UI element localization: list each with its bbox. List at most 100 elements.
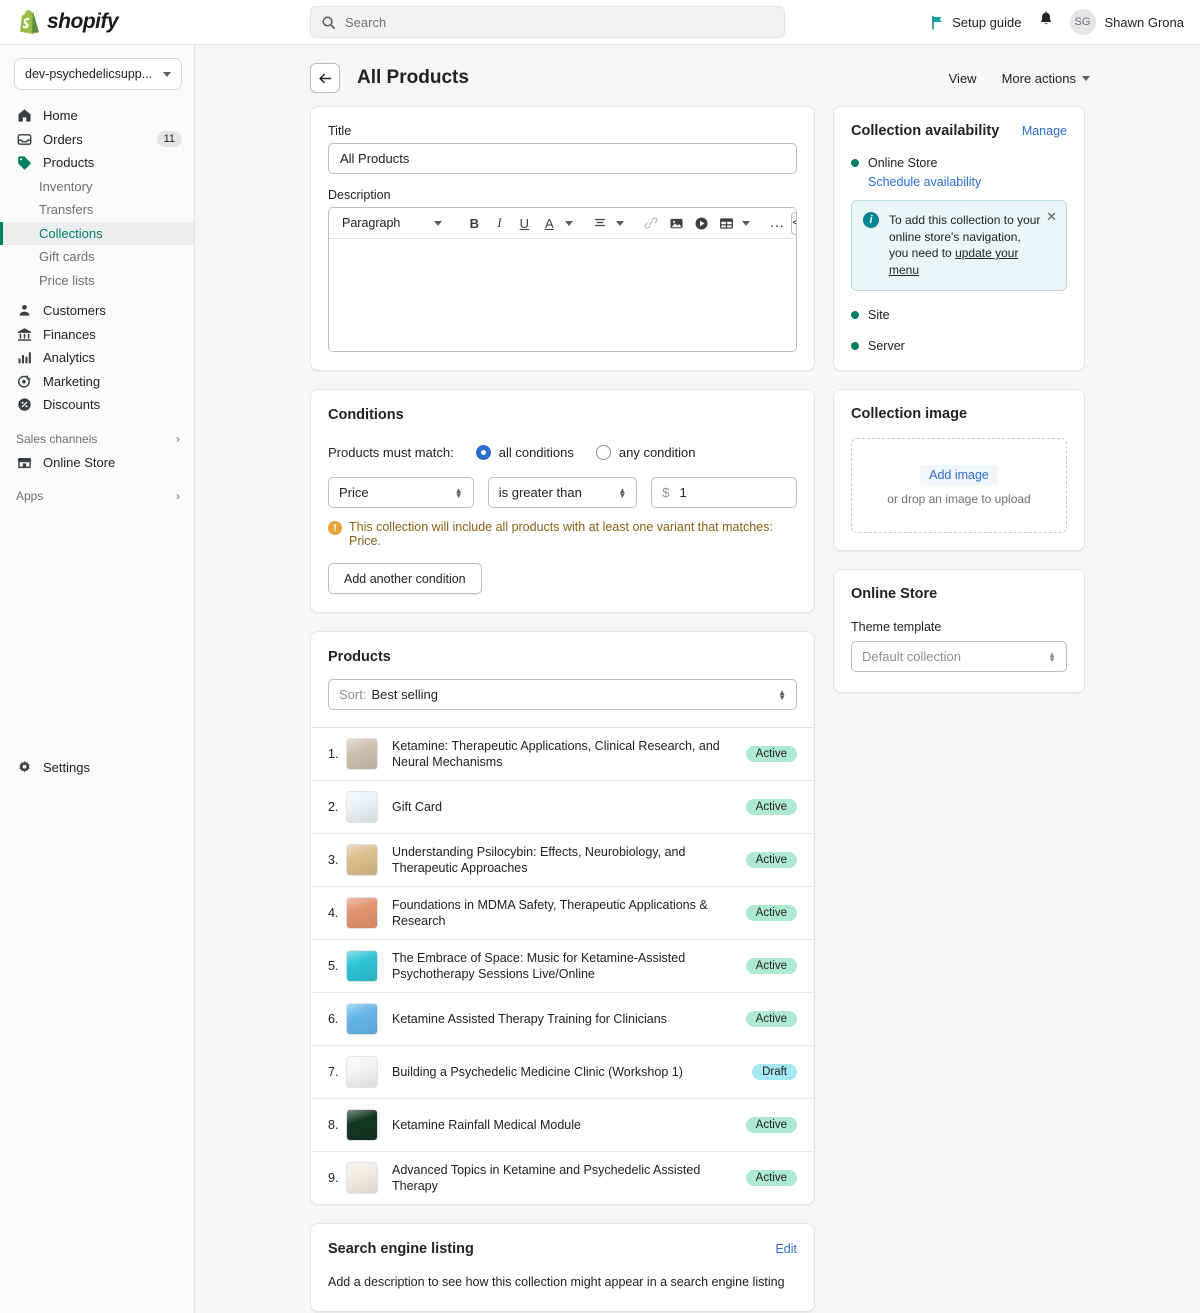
- chevron-down-icon-more: [1082, 75, 1090, 81]
- image-icon[interactable]: [665, 212, 687, 234]
- theme-template-select[interactable]: Default collection ▲ ▼: [851, 641, 1067, 672]
- sidebar-item-orders[interactable]: Orders 11: [0, 128, 194, 152]
- table-row[interactable]: 6. Ketamine Assisted Therapy Training for…: [311, 993, 814, 1046]
- link-icon[interactable]: [640, 212, 662, 234]
- schedule-availability-link[interactable]: Schedule availability: [868, 175, 1067, 189]
- status-badge: Active: [745, 746, 797, 762]
- condition-operator-select[interactable]: is greater than ▲ ▼: [487, 477, 638, 508]
- search-placeholder: Search: [345, 14, 387, 30]
- table-row[interactable]: 8. Ketamine Rainfall Medical Module Active: [311, 1099, 814, 1152]
- sidebar-group-apps[interactable]: Apps ›: [0, 484, 194, 508]
- products-tag-icon: [16, 154, 33, 171]
- stepper-icon-theme: ▲ ▼: [1048, 649, 1056, 664]
- search-input[interactable]: Search: [310, 6, 785, 38]
- italic-button[interactable]: I: [488, 212, 510, 234]
- condition-field-value: Price: [339, 485, 369, 500]
- back-button[interactable]: [310, 63, 340, 93]
- html-code-button[interactable]: </>: [791, 211, 796, 235]
- description-textarea[interactable]: [329, 239, 796, 351]
- products-heading: Products: [328, 649, 391, 665]
- sidebar-item-inventory[interactable]: Inventory: [0, 175, 194, 199]
- underline-button[interactable]: U: [513, 212, 535, 234]
- radio-all-conditions-label: all conditions: [498, 445, 574, 460]
- user-menu-button[interactable]: SG Shawn Grona: [1069, 9, 1184, 35]
- chevron-down-icon-align[interactable]: [616, 220, 625, 226]
- store-selector[interactable]: dev-psychedelicsupp...: [14, 58, 182, 90]
- product-index: 9.: [328, 1171, 339, 1185]
- table-row[interactable]: 2. Gift Card Active: [311, 781, 814, 834]
- radio-all-conditions-input[interactable]: [475, 445, 491, 460]
- chevron-down-icon-paragraph: [434, 220, 443, 226]
- sidebar-item-transfers[interactable]: Transfers: [0, 198, 194, 222]
- setup-guide-button[interactable]: Setup guide: [930, 15, 1022, 30]
- table-row[interactable]: 4. Foundations in MDMA Safety, Therapeuti…: [311, 887, 814, 940]
- manage-availability-button[interactable]: Manage: [1022, 124, 1067, 138]
- sidebar-subitem-giftcards-wrap: Gift cards: [0, 245, 194, 269]
- sidebar-item-online-store[interactable]: Online Store: [0, 451, 194, 475]
- notifications-button[interactable]: [1038, 11, 1054, 33]
- table-row[interactable]: 1. Ketamine: Therapeutic Applications, Cl…: [311, 728, 814, 781]
- products-list: 1. Ketamine: Therapeutic Applications, Cl…: [311, 727, 814, 1204]
- sidebar-item-label-products: Products: [43, 155, 95, 171]
- image-dropzone[interactable]: Add image or drop an image to upload: [851, 438, 1067, 533]
- sidebar-group-sales-channels[interactable]: Sales channels ›: [0, 427, 194, 451]
- content-columns: Title Description Paragraph B I U: [195, 93, 1200, 1313]
- info-icon: i: [863, 212, 879, 228]
- table-row[interactable]: 5. The Embrace of Space: Music for Ketami…: [311, 940, 814, 993]
- table-icon[interactable]: [715, 212, 737, 234]
- collection-details-card: Title Description Paragraph B I U: [310, 106, 815, 371]
- sidebar-item-products[interactable]: Products: [0, 151, 194, 175]
- view-button[interactable]: View: [949, 71, 977, 86]
- bold-button[interactable]: B: [463, 212, 485, 234]
- more-options-button[interactable]: …: [766, 212, 788, 234]
- seo-card: Search engine listing Edit Add a descrip…: [310, 1223, 815, 1312]
- condition-field-select[interactable]: Price ▲ ▼: [328, 477, 474, 508]
- chevron-down-icon-color[interactable]: [565, 220, 574, 226]
- video-icon[interactable]: [690, 212, 712, 234]
- table-row[interactable]: 7. Building a Psychedelic Medicine Clinic…: [311, 1046, 814, 1099]
- paragraph-style-select[interactable]: Paragraph: [337, 216, 447, 230]
- product-title: Ketamine Assisted Therapy Training for C…: [392, 1012, 667, 1026]
- radio-any-condition-input[interactable]: [595, 445, 611, 460]
- discounts-icon: [16, 396, 33, 413]
- product-thumbnail: [346, 1162, 378, 1194]
- condition-value-input[interactable]: $ 1: [651, 477, 797, 508]
- sidebar-item-marketing[interactable]: Marketing: [0, 370, 194, 394]
- collection-title-input[interactable]: [328, 143, 797, 174]
- chevron-down-icon-table[interactable]: [742, 220, 751, 226]
- shopify-logo[interactable]: shopify: [0, 10, 195, 34]
- table-row[interactable]: 3. Understanding Psilocybin: Effects, Neu…: [311, 834, 814, 887]
- sidebar-item-analytics[interactable]: Analytics: [0, 346, 194, 370]
- sidebar-item-finances[interactable]: Finances: [0, 323, 194, 347]
- sidebar-item-gift-cards[interactable]: Gift cards: [0, 245, 194, 269]
- sidebar-item-home[interactable]: Home: [0, 104, 194, 128]
- sidebar: dev-psychedelicsupp... Home Orders 11 Pr…: [0, 45, 195, 1313]
- sidebar-item-settings[interactable]: Settings: [0, 756, 194, 780]
- radio-any-condition[interactable]: any condition: [595, 445, 696, 460]
- sidebar-settings-row: Settings: [0, 756, 194, 780]
- add-image-button[interactable]: Add image: [920, 465, 998, 485]
- align-icon[interactable]: [589, 212, 611, 234]
- page-title: All Products: [357, 67, 469, 88]
- sidebar-item-collections[interactable]: Collections: [0, 221, 194, 245]
- sidebar-item-customers[interactable]: Customers: [0, 299, 194, 323]
- close-icon[interactable]: ✕: [1046, 210, 1057, 223]
- sidebar-item-label-discounts: Discounts: [43, 397, 101, 413]
- page-header-actions: View More actions: [949, 71, 1090, 86]
- sidebar-item-price-lists[interactable]: Price lists: [0, 269, 194, 293]
- seo-edit-button[interactable]: Edit: [775, 1242, 797, 1256]
- products-sort-select[interactable]: Sort: Best selling ▲ ▼: [328, 679, 797, 710]
- banner-text: To add this collection to your online st…: [889, 212, 1055, 278]
- channel-site: Site: [851, 308, 1067, 322]
- text-color-button[interactable]: A: [538, 212, 560, 234]
- brand-name: shopify: [47, 10, 119, 33]
- sidebar-item-label-gift-cards: Gift cards: [39, 249, 95, 265]
- radio-all-conditions[interactable]: all conditions: [475, 445, 574, 460]
- home-icon: [16, 107, 33, 124]
- stepper-icon-operator: ▲ ▼: [618, 485, 627, 500]
- channel-label-online-store: Online Store: [868, 156, 938, 170]
- sidebar-item-discounts[interactable]: Discounts: [0, 393, 194, 417]
- table-row[interactable]: 9. Advanced Topics in Ketamine and Psyche…: [311, 1152, 814, 1204]
- more-actions-button[interactable]: More actions: [1002, 71, 1090, 86]
- add-another-condition-button[interactable]: Add another condition: [328, 563, 482, 594]
